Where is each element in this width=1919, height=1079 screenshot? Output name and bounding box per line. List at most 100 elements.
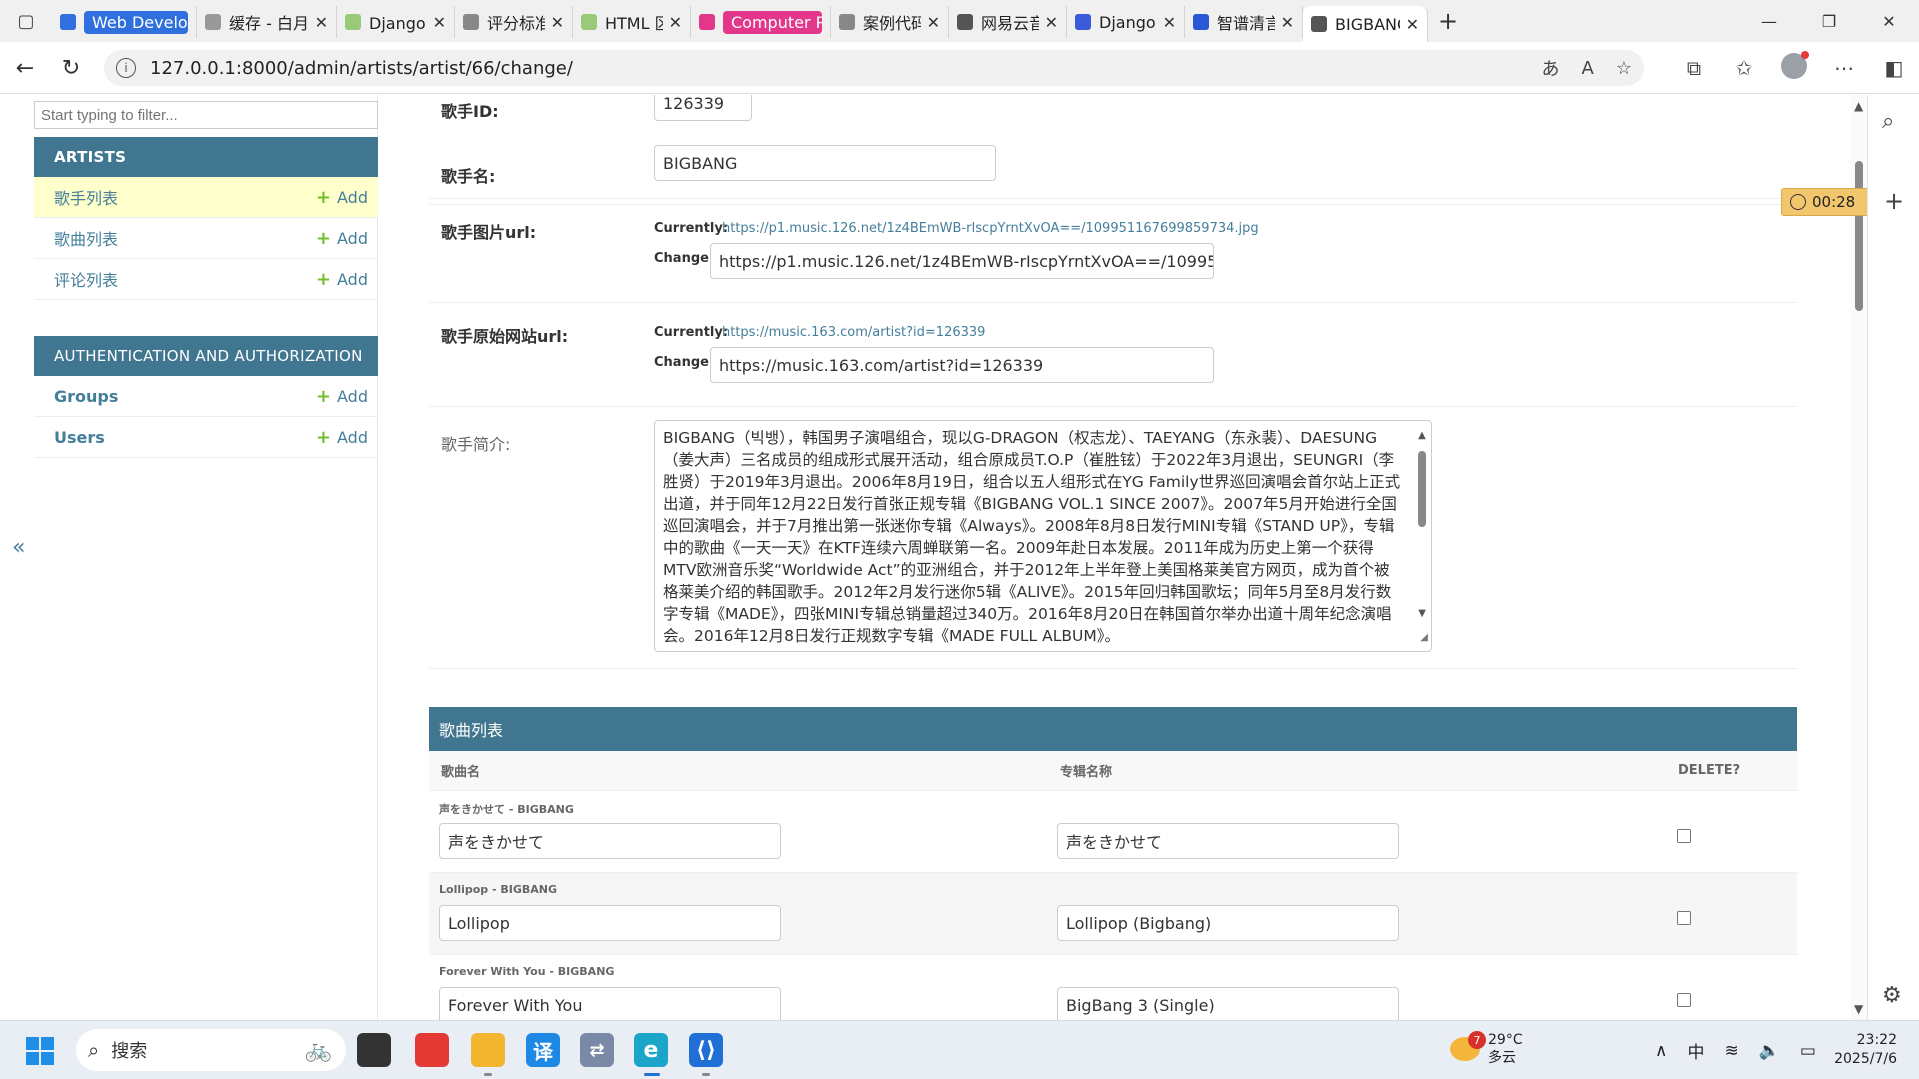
translate-icon[interactable]: あ xyxy=(1542,55,1560,81)
gear-icon[interactable]: ⚙ xyxy=(1882,983,1902,1008)
scroll-thumb[interactable] xyxy=(1855,161,1863,311)
add-icon[interactable]: + xyxy=(1884,187,1904,215)
search-icon[interactable]: ⌕ xyxy=(1882,109,1894,134)
volume-icon[interactable]: 🔈 xyxy=(1759,1041,1780,1061)
scroll-down-icon[interactable]: ▼ xyxy=(1418,603,1426,625)
translate-app-icon[interactable]: 译 xyxy=(526,1033,560,1067)
huawei-app-icon[interactable] xyxy=(415,1033,449,1067)
tab-6[interactable]: Computer Progr xyxy=(691,6,831,38)
back-icon[interactable]: ← xyxy=(2,48,48,88)
album-name-input[interactable]: 声をきかせて xyxy=(1057,823,1399,859)
more-menu-icon[interactable]: ⋯ xyxy=(1819,56,1869,80)
edge-browser-icon[interactable]: e xyxy=(634,1033,668,1067)
delete-checkbox[interactable] xyxy=(1677,829,1691,843)
ime-indicator[interactable]: 中 xyxy=(1687,1038,1704,1063)
address-bar[interactable]: i 127.0.0.1:8000/admin/artists/artist/66… xyxy=(104,50,1644,86)
tab-close-icon[interactable]: ✕ xyxy=(669,13,682,32)
delete-checkbox[interactable] xyxy=(1677,993,1691,1007)
song-name-input[interactable]: 声をきかせて xyxy=(439,823,781,859)
scroll-up-icon[interactable]: ▲ xyxy=(1415,425,1429,447)
model-link[interactable]: 歌曲列表 xyxy=(54,226,316,250)
artist-id-input[interactable]: 126339 xyxy=(654,95,752,121)
delete-checkbox[interactable] xyxy=(1677,911,1691,925)
sidebar-item-artist-list[interactable]: 歌手列表 + Add xyxy=(34,177,378,218)
battery-icon[interactable]: ▭ xyxy=(1800,1041,1816,1061)
add-link[interactable]: + Add xyxy=(316,427,368,448)
address-url[interactable]: 127.0.0.1:8000/admin/artists/artist/66/c… xyxy=(150,58,573,79)
tab-1[interactable]: Web Developme xyxy=(52,6,197,38)
tab-close-icon[interactable]: ✕ xyxy=(551,13,564,32)
tab-close-icon[interactable]: ✕ xyxy=(1406,15,1419,34)
tab-4[interactable]: 评分标准 ✕ xyxy=(455,6,573,38)
wifi-icon[interactable]: ≋ xyxy=(1724,1041,1738,1061)
artist-origin-url-input[interactable]: https://music.163.com/artist?id=126339 xyxy=(710,347,1214,383)
read-aloud-icon[interactable]: A xyxy=(1582,58,1594,79)
favorites-icon[interactable]: ✩ xyxy=(1719,56,1769,80)
song-name-input[interactable]: Forever With You xyxy=(439,987,781,1020)
extensions-icon[interactable]: ⧉ xyxy=(1669,56,1719,80)
song-name-input[interactable]: Lollipop xyxy=(439,905,781,941)
tab-9[interactable]: Django Ad ✕ xyxy=(1067,6,1185,38)
album-name-input[interactable]: BigBang 3 (Single) xyxy=(1057,987,1399,1020)
tab-11[interactable]: BIGBANG ✕ xyxy=(1303,6,1428,42)
taskbar-search-input[interactable]: ⌕ 搜索 🚲 xyxy=(76,1029,346,1071)
tab-2[interactable]: 缓存 - 白月 ✕ xyxy=(197,6,337,38)
artist-intro-textarea[interactable]: BIGBANG（빅뱅），韩国男子演唱组合，现以G-DRAGON（权志龙）、TAE… xyxy=(654,420,1432,652)
add-link[interactable]: + Add xyxy=(316,269,368,290)
artist-image-url-input[interactable]: https://p1.music.126.net/1z4BEmWB-rIscpY… xyxy=(710,243,1214,279)
tab-close-icon[interactable]: ✕ xyxy=(1163,13,1176,32)
tab-close-icon[interactable]: ✕ xyxy=(315,13,328,32)
nav-filter-input[interactable] xyxy=(34,101,378,129)
tab-10[interactable]: 智谱清言 ✕ xyxy=(1185,6,1303,38)
add-link[interactable]: + Add xyxy=(316,228,368,249)
model-link[interactable]: Groups xyxy=(54,387,316,406)
scroll-down-icon[interactable]: ▼ xyxy=(1854,1002,1863,1016)
taskbar-clock[interactable]: 23:22 2025/7/6 xyxy=(1834,1031,1897,1069)
profile-avatar[interactable] xyxy=(1769,50,1819,84)
new-tab-icon[interactable]: + xyxy=(1428,7,1468,35)
model-link[interactable]: 歌手列表 xyxy=(54,185,316,209)
weather-widget[interactable]: 7 29°C 多云 xyxy=(1450,1031,1523,1067)
tab-actions-icon[interactable]: ▢ xyxy=(0,0,52,42)
tab-3[interactable]: Django 表 ✕ xyxy=(337,6,455,38)
vscode-icon[interactable]: ⟨⟩ xyxy=(689,1033,723,1067)
maximize-icon[interactable]: ❐ xyxy=(1799,0,1859,42)
sidebar-item-users[interactable]: Users + Add xyxy=(34,417,378,458)
refresh-icon[interactable]: ↻ xyxy=(48,48,94,88)
file-explorer-icon[interactable] xyxy=(471,1033,505,1067)
tab-close-icon[interactable]: ✕ xyxy=(433,13,446,32)
tab-close-icon[interactable]: ✕ xyxy=(927,13,940,32)
timer-widget[interactable]: 00:28 xyxy=(1781,188,1877,216)
add-link[interactable]: + Add xyxy=(316,386,368,407)
minimize-icon[interactable]: — xyxy=(1739,0,1799,42)
tab-5[interactable]: HTML 区块 ✕ xyxy=(573,6,691,38)
page-scrollbar[interactable]: ▲ ▼ xyxy=(1851,95,1867,1020)
switch-app-icon[interactable]: ⇄ xyxy=(580,1033,614,1067)
close-window-icon[interactable]: ✕ xyxy=(1859,0,1919,42)
model-link[interactable]: 评论列表 xyxy=(54,267,316,291)
tab-close-icon[interactable]: ✕ xyxy=(1281,13,1294,32)
current-image-link[interactable]: https://p1.music.126.net/1z4BEmWB-rIscpY… xyxy=(722,221,1259,236)
app-header-artists[interactable]: ARTISTS xyxy=(34,137,378,177)
sidebar-toggle-icon[interactable]: ◧ xyxy=(1869,56,1919,80)
model-link[interactable]: Users xyxy=(54,428,316,447)
album-name-input[interactable]: Lollipop (Bigbang) xyxy=(1057,905,1399,941)
tab-close-icon[interactable]: ✕ xyxy=(1045,13,1058,32)
chevron-up-icon[interactable]: ∧ xyxy=(1655,1041,1667,1061)
app-header-auth[interactable]: AUTHENTICATION AND AUTHORIZATION xyxy=(34,336,378,376)
sidebar-item-song-list[interactable]: 歌曲列表 + Add xyxy=(34,218,378,259)
tab-7[interactable]: 案例代码 ✕ xyxy=(831,6,949,38)
task-view-icon[interactable] xyxy=(357,1033,391,1067)
sidebar-item-groups[interactable]: Groups + Add xyxy=(34,376,378,417)
sidebar-item-comment-list[interactable]: 评论列表 + Add xyxy=(34,259,378,300)
add-link[interactable]: + Add xyxy=(316,187,368,208)
tab-8[interactable]: 网易云音乐 ✕ xyxy=(949,6,1067,38)
scroll-up-icon[interactable]: ▲ xyxy=(1854,99,1863,113)
favorite-star-icon[interactable]: ☆ xyxy=(1616,58,1632,79)
artist-name-input[interactable]: BIGBANG xyxy=(654,145,996,181)
current-origin-link[interactable]: https://music.163.com/artist?id=126339 xyxy=(722,325,985,340)
resize-handle-icon[interactable]: ◢ xyxy=(1420,627,1428,649)
site-info-icon[interactable]: i xyxy=(116,58,136,78)
scroll-thumb[interactable] xyxy=(1418,451,1426,527)
windows-start-icon[interactable] xyxy=(26,1037,54,1065)
